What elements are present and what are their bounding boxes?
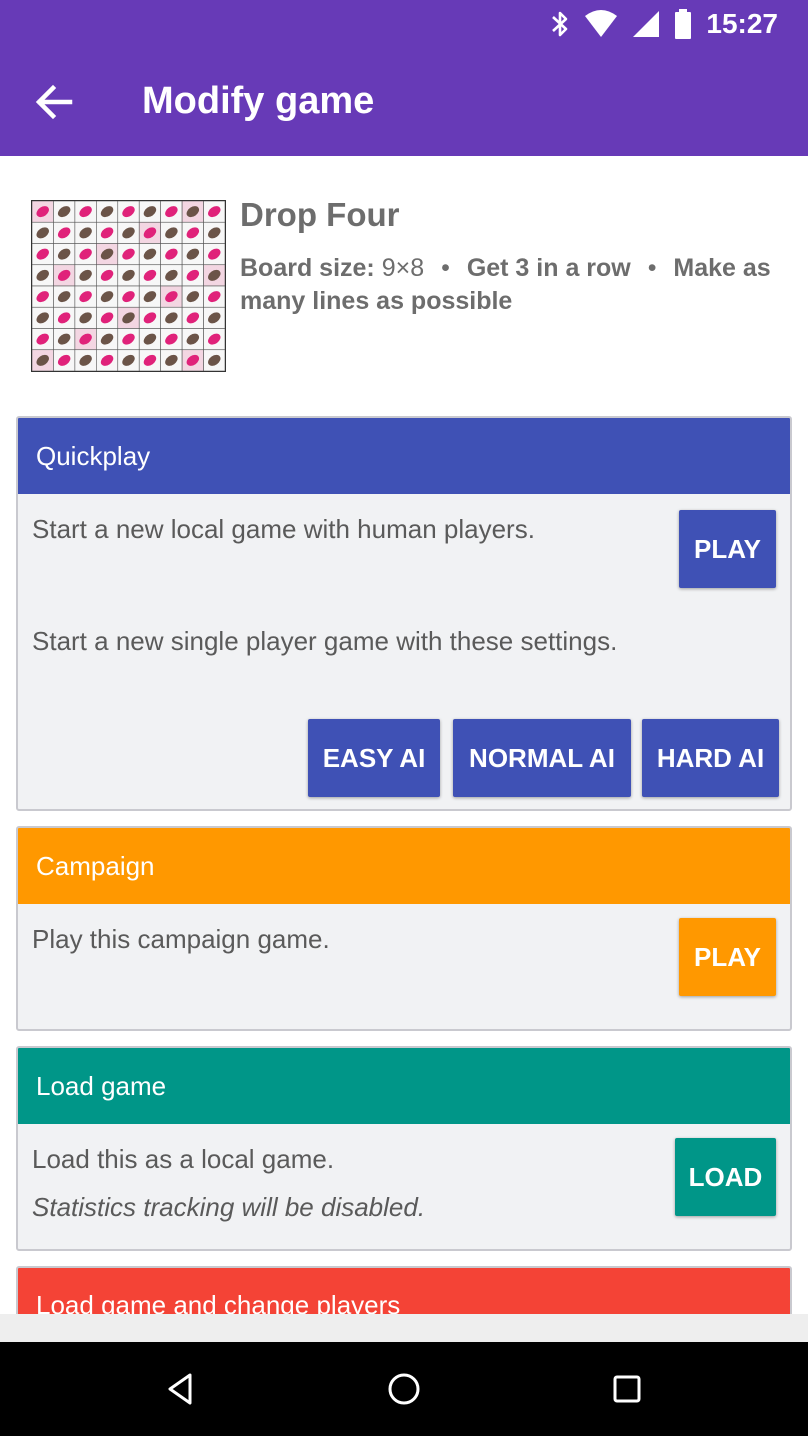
campaign-title: Campaign bbox=[36, 850, 155, 881]
nav-strip bbox=[0, 1314, 808, 1342]
game-header: Drop Four Board size: 9×8 • Get 3 in a r… bbox=[0, 156, 808, 406]
load-game-text: Load this as a local game. bbox=[32, 1144, 335, 1174]
quickplay-title: Quickplay bbox=[36, 440, 151, 471]
game-name: Drop Four bbox=[240, 196, 400, 233]
load-change-players-title: Load game and change players bbox=[36, 1290, 401, 1314]
quickplay-play-button[interactable]: PLAY bbox=[679, 510, 776, 588]
load-game-body: Load this as a local game. Statistics tr… bbox=[18, 1124, 790, 1249]
campaign-play-button[interactable]: PLAY bbox=[679, 918, 776, 996]
wifi-icon bbox=[585, 10, 618, 37]
status-icons: 15:27 bbox=[550, 8, 778, 40]
load-change-players-header[interactable]: Load game and change players bbox=[18, 1268, 790, 1314]
hard-ai-button[interactable]: HARD AI bbox=[642, 719, 779, 797]
content-scroll[interactable]: Drop Four Board size: 9×8 • Get 3 in a r… bbox=[0, 156, 808, 1314]
arrow-left-icon[interactable] bbox=[34, 82, 74, 122]
toolbar: Modify game bbox=[0, 50, 808, 156]
separator-dot: • bbox=[647, 254, 657, 282]
quickplay-card: Quickplay Start a new local game with hu… bbox=[16, 416, 792, 811]
campaign-text: Play this campaign game. bbox=[32, 924, 330, 954]
nav-home-icon[interactable] bbox=[382, 1367, 426, 1411]
local-game-text: Start a new local game with human player… bbox=[32, 514, 535, 544]
bluetooth-icon bbox=[552, 11, 568, 37]
campaign-body: Play this campaign game. PLAY bbox=[18, 904, 790, 1029]
load-game-card: Load game Load this as a local game. Sta… bbox=[16, 1046, 792, 1251]
nav-recents-icon[interactable] bbox=[605, 1367, 649, 1411]
single-player-text: Start a new single player game with thes… bbox=[32, 626, 618, 656]
status-time: 15:27 bbox=[706, 8, 778, 39]
load-game-header: Load game bbox=[18, 1048, 790, 1124]
board-size-label: Board size: bbox=[240, 254, 375, 282]
status-bar: 15:27 bbox=[0, 0, 808, 50]
campaign-card: Campaign Play this campaign game. PLAY bbox=[16, 826, 792, 1031]
nav-back-icon[interactable] bbox=[158, 1367, 202, 1411]
normal-ai-button[interactable]: NORMAL AI bbox=[453, 719, 631, 797]
easy-ai-button[interactable]: EASY AI bbox=[308, 719, 440, 797]
load-game-title: Load game bbox=[36, 1070, 167, 1101]
board-thumbnail bbox=[31, 200, 226, 372]
load-change-players-card: Load game and change players bbox=[16, 1266, 792, 1314]
campaign-header: Campaign bbox=[18, 828, 790, 904]
game-description: Board size: 9×8 • Get 3 in a row • Make … bbox=[240, 252, 780, 318]
load-button[interactable]: LOAD bbox=[675, 1138, 776, 1216]
battery-icon bbox=[675, 9, 692, 39]
statistics-note: Statistics tracking will be disabled. bbox=[32, 1192, 426, 1222]
signal-icon bbox=[633, 11, 660, 37]
app-bar: 15:27 Modify game bbox=[0, 0, 808, 156]
separator-dot: • bbox=[441, 254, 450, 282]
page-title: Modify game bbox=[142, 80, 375, 122]
board-preview-image bbox=[31, 200, 226, 372]
quickplay-header: Quickplay bbox=[18, 418, 790, 494]
goal-text: Get 3 in a row bbox=[466, 254, 631, 282]
board-size-value: 9×8 bbox=[381, 254, 425, 282]
quickplay-body: Start a new local game with human player… bbox=[18, 494, 790, 809]
